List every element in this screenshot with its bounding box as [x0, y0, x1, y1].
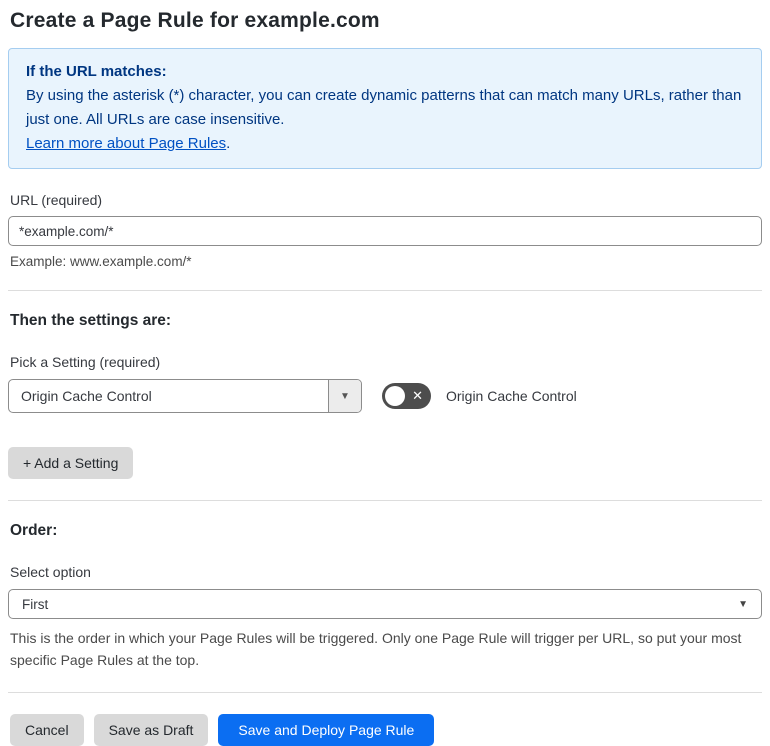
save-draft-button[interactable]: Save as Draft: [93, 714, 209, 746]
page-rule-form: Create a Page Rule for example.com If th…: [0, 0, 770, 746]
chevron-down-icon: ▼: [340, 390, 350, 402]
info-box-body: By using the asterisk (*) character, you…: [26, 87, 742, 128]
info-box-heading: If the URL matches:: [26, 63, 167, 80]
pick-setting-label: Pick a Setting (required): [10, 354, 161, 370]
learn-more-link[interactable]: Learn more about Page Rules: [26, 135, 226, 152]
dropdown-arrow-button[interactable]: ▼: [328, 380, 361, 412]
url-input[interactable]: [8, 216, 762, 246]
toggle-knob: [385, 386, 405, 406]
order-select-value: First: [22, 596, 49, 612]
url-example-text: Example: www.example.com/*: [10, 254, 192, 269]
toggle-label: Origin Cache Control: [446, 388, 577, 404]
origin-cache-control-toggle[interactable]: ✕: [382, 383, 431, 409]
settings-section-heading: Then the settings are:: [10, 312, 172, 329]
setting-dropdown-value: Origin Cache Control: [21, 388, 152, 404]
page-title: Create a Page Rule for example.com: [10, 9, 380, 32]
order-section-heading: Order:: [10, 522, 58, 539]
url-label: URL (required): [10, 192, 103, 208]
divider: [8, 290, 762, 291]
setting-row: Origin Cache Control ▼ ✕ Origin Cache Co…: [8, 379, 762, 413]
link-period: .: [226, 135, 231, 152]
info-box-link-line: Learn more about Page Rules.: [26, 132, 744, 156]
save-deploy-button[interactable]: Save and Deploy Page Rule: [218, 714, 435, 746]
order-select[interactable]: First ▼: [8, 589, 762, 619]
cancel-button[interactable]: Cancel: [10, 714, 84, 746]
chevron-down-icon: ▼: [738, 598, 748, 610]
add-setting-button[interactable]: + Add a Setting: [8, 447, 134, 479]
setting-dropdown[interactable]: Origin Cache Control ▼: [8, 379, 362, 413]
footer-actions: Cancel Save as Draft Save and Deploy Pag…: [10, 714, 762, 746]
toggle-off-icon: ✕: [412, 388, 423, 404]
url-match-info-box: If the URL matches: By using the asteris…: [8, 48, 762, 169]
divider: [8, 500, 762, 501]
select-option-label: Select option: [10, 564, 91, 580]
order-help-text: This is the order in which your Page Rul…: [10, 630, 742, 668]
divider: [8, 692, 762, 693]
